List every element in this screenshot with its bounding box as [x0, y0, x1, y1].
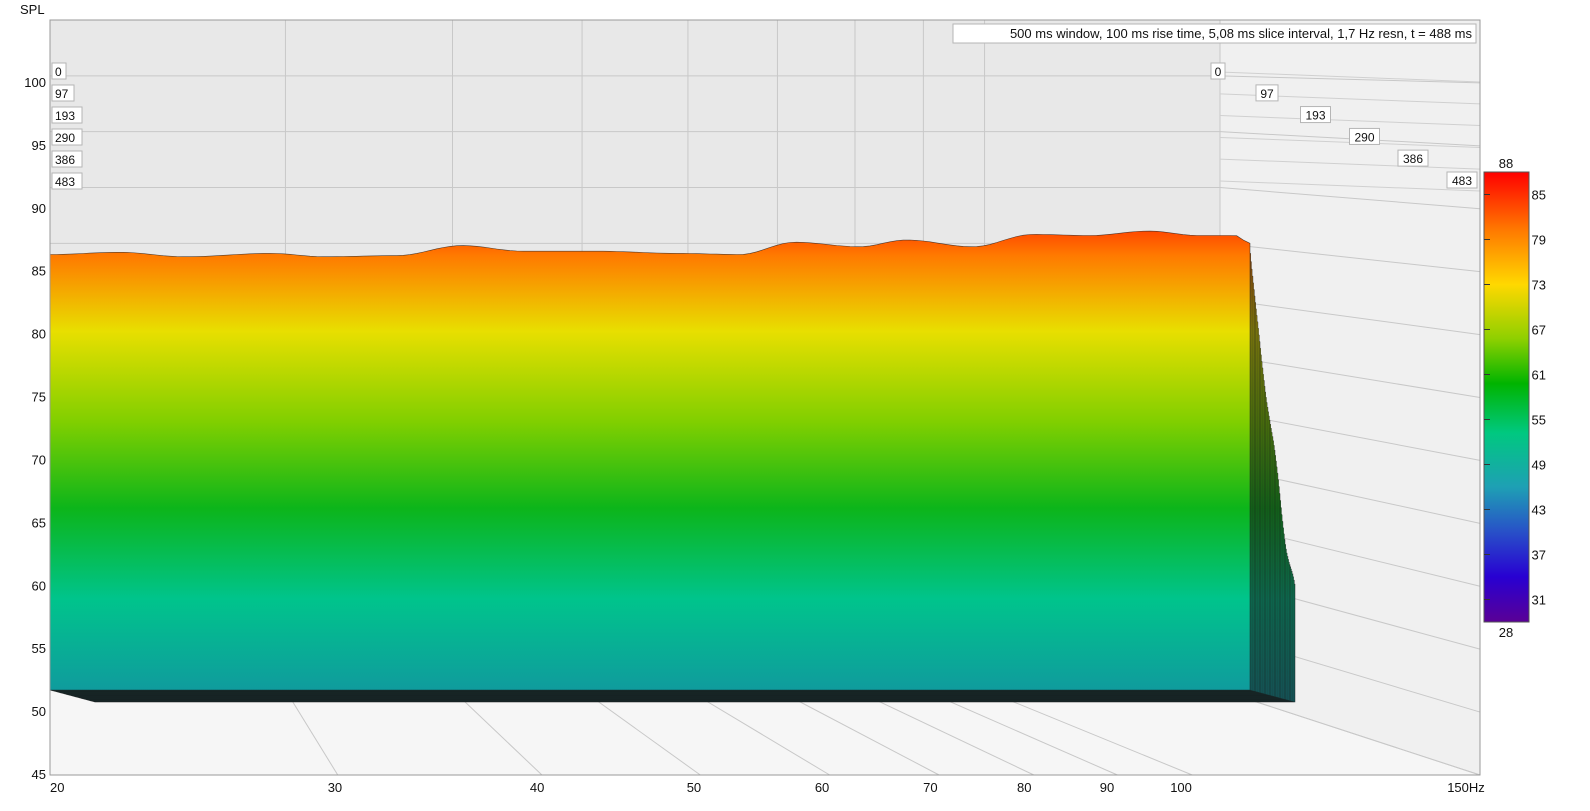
colorbar-tick-label: 43 [1532, 503, 1546, 518]
time-label-left: 483 [51, 172, 83, 190]
x-tick-label: 90 [1100, 780, 1114, 795]
x-tick-label: 50 [687, 780, 701, 795]
waterfall-plot[interactable]: 0 0 97 97 193 193 290 290 386 386 483 483 45 50 55 60 6… [0, 0, 1590, 811]
time-label-left: 193 [51, 106, 83, 124]
svg-text:0: 0 [55, 65, 62, 79]
colorbar: 88 28 85 79 73 67 61 55 49 43 37 31 [1483, 156, 1546, 640]
x-tick-label: 40 [530, 780, 544, 795]
time-label-left: 386 [51, 150, 83, 168]
x-tick-label: 70 [923, 780, 937, 795]
svg-text:483: 483 [1452, 174, 1472, 188]
y-tick-label: 90 [32, 201, 46, 216]
y-axis-ticks: 45 50 55 60 65 70 75 80 85 90 95 100 [24, 75, 46, 782]
colorbar-tick-label: 49 [1532, 458, 1546, 473]
y-tick-label: 80 [32, 327, 46, 342]
y-tick-label: 75 [32, 390, 46, 405]
time-label-left: 0 [51, 62, 67, 80]
colorbar-max-label: 88 [1499, 156, 1513, 171]
y-tick-label: 70 [32, 452, 46, 467]
y-tick-label: 50 [32, 704, 46, 719]
waterfall-chart: 0 0 97 97 193 193 290 290 386 386 483 483 45 50 55 60 6… [0, 0, 1590, 811]
colorbar-tick-label: 31 [1532, 593, 1546, 608]
x-tick-label: 30 [328, 780, 342, 795]
waterfall-surface [49, 230, 1296, 703]
svg-text:0: 0 [1215, 65, 1222, 79]
x-tick-label: 80 [1017, 780, 1031, 795]
time-label-right: 483 [1446, 171, 1478, 189]
svg-text:483: 483 [55, 175, 75, 189]
colorbar-tick-label: 73 [1532, 278, 1546, 293]
svg-text:386: 386 [1403, 152, 1423, 166]
x-tick-label: 20 [50, 780, 64, 795]
svg-text:290: 290 [1354, 130, 1374, 144]
colorbar-scale [1483, 171, 1530, 623]
time-label-right: 97 [1255, 84, 1279, 102]
x-tick-label: 150Hz [1447, 780, 1485, 795]
time-label-right: 386 [1397, 149, 1429, 167]
y-axis-label: SPL [20, 2, 45, 17]
colorbar-tick-label: 61 [1532, 368, 1546, 383]
x-tick-label: 100 [1170, 780, 1192, 795]
time-label-right: 193 [1299, 106, 1331, 124]
svg-text:97: 97 [55, 87, 69, 101]
colorbar-tick-label: 79 [1532, 233, 1546, 248]
time-slice-0 [49, 230, 1251, 691]
svg-text:386: 386 [55, 153, 75, 167]
svg-text:97: 97 [1260, 87, 1274, 101]
colorbar-tick-label: 85 [1532, 188, 1546, 203]
colorbar-min-label: 28 [1499, 625, 1513, 640]
y-tick-label: 95 [32, 138, 46, 153]
colorbar-tick-label: 67 [1532, 323, 1546, 338]
svg-text:193: 193 [1305, 109, 1325, 123]
time-label-left: 290 [51, 128, 83, 146]
y-tick-label: 45 [32, 767, 46, 782]
y-tick-label: 55 [32, 641, 46, 656]
colorbar-tick-label: 37 [1532, 548, 1546, 563]
y-tick-label: 60 [32, 578, 46, 593]
y-tick-label: 100 [24, 75, 46, 90]
svg-text:290: 290 [55, 131, 75, 145]
x-tick-label: 60 [815, 780, 829, 795]
y-tick-label: 65 [32, 515, 46, 530]
title-box: 500 ms window, 100 ms rise time, 5,08 ms… [952, 23, 1477, 44]
svg-text:193: 193 [55, 109, 75, 123]
time-label-left: 97 [51, 84, 75, 102]
y-tick-label: 85 [32, 264, 46, 279]
x-axis-ticks: 20 30 40 50 60 70 80 90 100 150Hz [50, 780, 1485, 795]
time-label-right: 290 [1349, 127, 1381, 145]
time-label-right: 0 [1210, 62, 1226, 80]
chart-title: 500 ms window, 100 ms rise time, 5,08 ms… [1010, 26, 1473, 41]
colorbar-tick-label: 55 [1532, 413, 1546, 428]
